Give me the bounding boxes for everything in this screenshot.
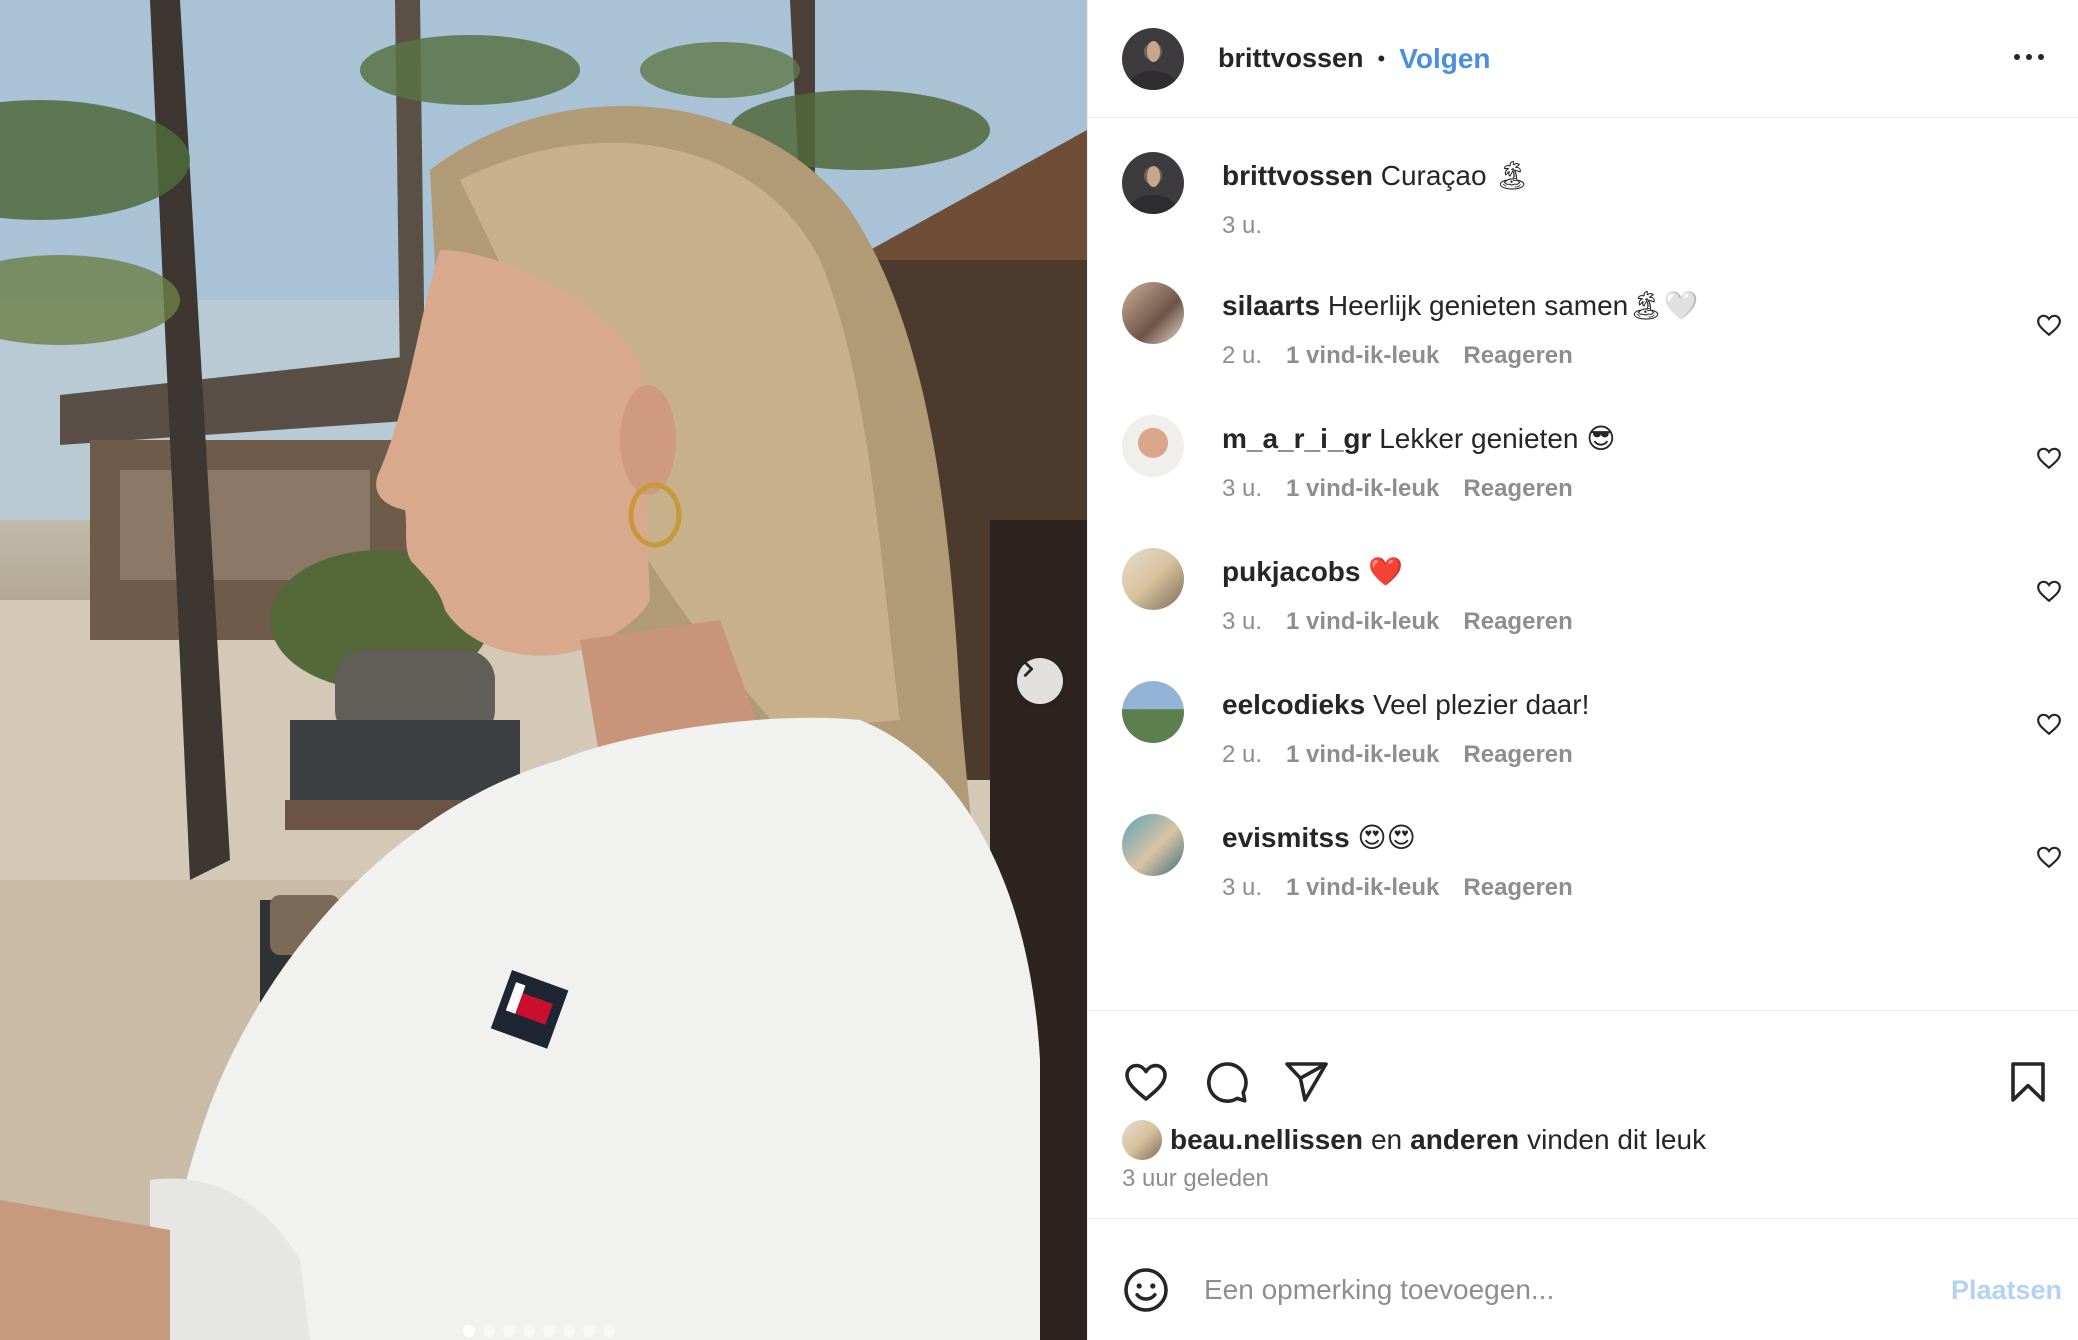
comment-box-divider — [1088, 1218, 2078, 1219]
commenter-avatar[interactable] — [1122, 282, 1184, 344]
post-side-panel: brittvossen • Volgen brittvossen Curaçao… — [1087, 0, 2078, 1340]
likes-summary: beau.nellissen en anderen vinden dit leu… — [1122, 1120, 1706, 1160]
instagram-post-modal: brittvossen • Volgen brittvossen Curaçao… — [0, 0, 2078, 1340]
comment-time[interactable]: 2 u. — [1222, 342, 1262, 370]
author-avatar[interactable] — [1122, 27, 1184, 90]
comment-item: m_a_r_i_gr Lekker genieten 😎 3 u. 1 vind… — [1122, 415, 2062, 515]
comment-likes[interactable]: 1 vind-ik-leuk — [1286, 741, 1439, 769]
comment-text: Heerlijk genieten samen🏝🤍 — [1327, 290, 1699, 321]
heart-icon[interactable] — [2036, 711, 2062, 737]
photo-illustration — [0, 0, 1087, 1340]
comment-time[interactable]: 3 u. — [1222, 608, 1262, 636]
comment-item: pukjacobs ❤️ 3 u. 1 vind-ik-leuk Reagere… — [1122, 548, 2062, 648]
comment-input[interactable] — [1202, 1273, 1906, 1307]
bookmark-icon[interactable] — [2004, 1058, 2052, 1106]
carousel-dot — [523, 1325, 535, 1337]
caption-text: Curaçao 🏝 — [1380, 160, 1530, 191]
likes-connector: en — [1370, 1124, 1403, 1155]
comment-item: evismitss 😍😍 3 u. 1 vind-ik-leuk Reagere… — [1122, 814, 2062, 914]
likes-others-link[interactable]: anderen — [1410, 1124, 1519, 1156]
post-timestamp[interactable]: 3 uur geleden — [1122, 1165, 1269, 1193]
next-photo-button[interactable] — [1017, 658, 1063, 704]
post-photo[interactable] — [0, 0, 1087, 1340]
post-header: brittvossen • Volgen — [1088, 0, 2078, 118]
comment-time[interactable]: 3 u. — [1222, 475, 1262, 503]
commenter-avatar[interactable] — [1122, 681, 1184, 743]
comment-username[interactable]: pukjacobs — [1222, 556, 1360, 587]
comment-text: ❤️ — [1368, 556, 1404, 587]
caption-time[interactable]: 3 u. — [1222, 212, 1262, 240]
comment-item: eelcodieks Veel plezier daar! 2 u. 1 vin… — [1122, 681, 2062, 781]
reply-button[interactable]: Reageren — [1463, 342, 1572, 370]
comment-text: Veel plezier daar! — [1372, 689, 1590, 720]
carousel-dot-active — [463, 1325, 475, 1337]
heart-icon[interactable] — [2036, 844, 2062, 870]
chevron-right-icon — [1023, 661, 1034, 677]
comment-username[interactable]: silaarts — [1222, 290, 1320, 321]
follow-button[interactable]: Volgen — [1399, 43, 1490, 75]
comment-likes[interactable]: 1 vind-ik-leuk — [1286, 475, 1439, 503]
comment-time[interactable]: 2 u. — [1222, 741, 1262, 769]
carousel-dot — [583, 1325, 595, 1337]
liker-avatar[interactable] — [1122, 1120, 1162, 1160]
reply-button[interactable]: Reageren — [1463, 475, 1572, 503]
commenter-avatar[interactable] — [1122, 415, 1184, 477]
more-horizontal-icon[interactable] — [2012, 40, 2046, 74]
carousel-dot — [503, 1325, 515, 1337]
comment-username[interactable]: eelcodieks — [1222, 689, 1365, 720]
carousel-dot — [543, 1325, 555, 1337]
heart-icon[interactable] — [2036, 312, 2062, 338]
reply-button[interactable]: Reageren — [1463, 741, 1572, 769]
comment-icon[interactable] — [1202, 1058, 1250, 1106]
add-comment-bar: Plaatsen — [1122, 1262, 2062, 1318]
commenter-avatar[interactable] — [1122, 548, 1184, 610]
liker-username[interactable]: beau.nellissen — [1170, 1124, 1363, 1156]
comment-time[interactable]: 3 u. — [1222, 874, 1262, 902]
caption-username[interactable]: brittvossen — [1222, 160, 1373, 191]
emoji-icon[interactable] — [1122, 1266, 1170, 1314]
caption-avatar[interactable] — [1122, 152, 1184, 214]
heart-icon[interactable] — [2036, 578, 2062, 604]
carousel-dot — [563, 1325, 575, 1337]
comment-likes[interactable]: 1 vind-ik-leuk — [1286, 874, 1439, 902]
comment-username[interactable]: m_a_r_i_gr — [1222, 423, 1371, 454]
actions-divider — [1088, 1010, 2078, 1011]
commenter-avatar[interactable] — [1122, 814, 1184, 876]
comment-likes[interactable]: 1 vind-ik-leuk — [1286, 342, 1439, 370]
carousel-indicator — [463, 1325, 615, 1337]
share-icon[interactable] — [1282, 1058, 1330, 1106]
comment-text: 😍😍 — [1357, 822, 1416, 853]
post-comment-button[interactable]: Plaatsen — [1951, 1275, 2062, 1306]
carousel-dot — [483, 1325, 495, 1337]
carousel-dot — [603, 1325, 615, 1337]
comment-item: silaarts Heerlijk genieten samen🏝🤍 2 u. … — [1122, 282, 2062, 382]
like-heart-icon[interactable] — [1122, 1058, 1170, 1106]
header-separator: • — [1377, 45, 1386, 71]
likes-suffix: vinden dit leuk — [1527, 1124, 1707, 1155]
reply-button[interactable]: Reageren — [1463, 874, 1572, 902]
post-actions — [1122, 1058, 2052, 1114]
author-username[interactable]: brittvossen — [1218, 43, 1364, 74]
heart-icon[interactable] — [2036, 445, 2062, 471]
comment-username[interactable]: evismitss — [1222, 822, 1350, 853]
reply-button[interactable]: Reageren — [1463, 608, 1572, 636]
comment-likes[interactable]: 1 vind-ik-leuk — [1286, 608, 1439, 636]
post-caption: brittvossen Curaçao 🏝 3 u. — [1122, 152, 2062, 252]
comment-text: Lekker genieten 😎 — [1379, 423, 1616, 454]
